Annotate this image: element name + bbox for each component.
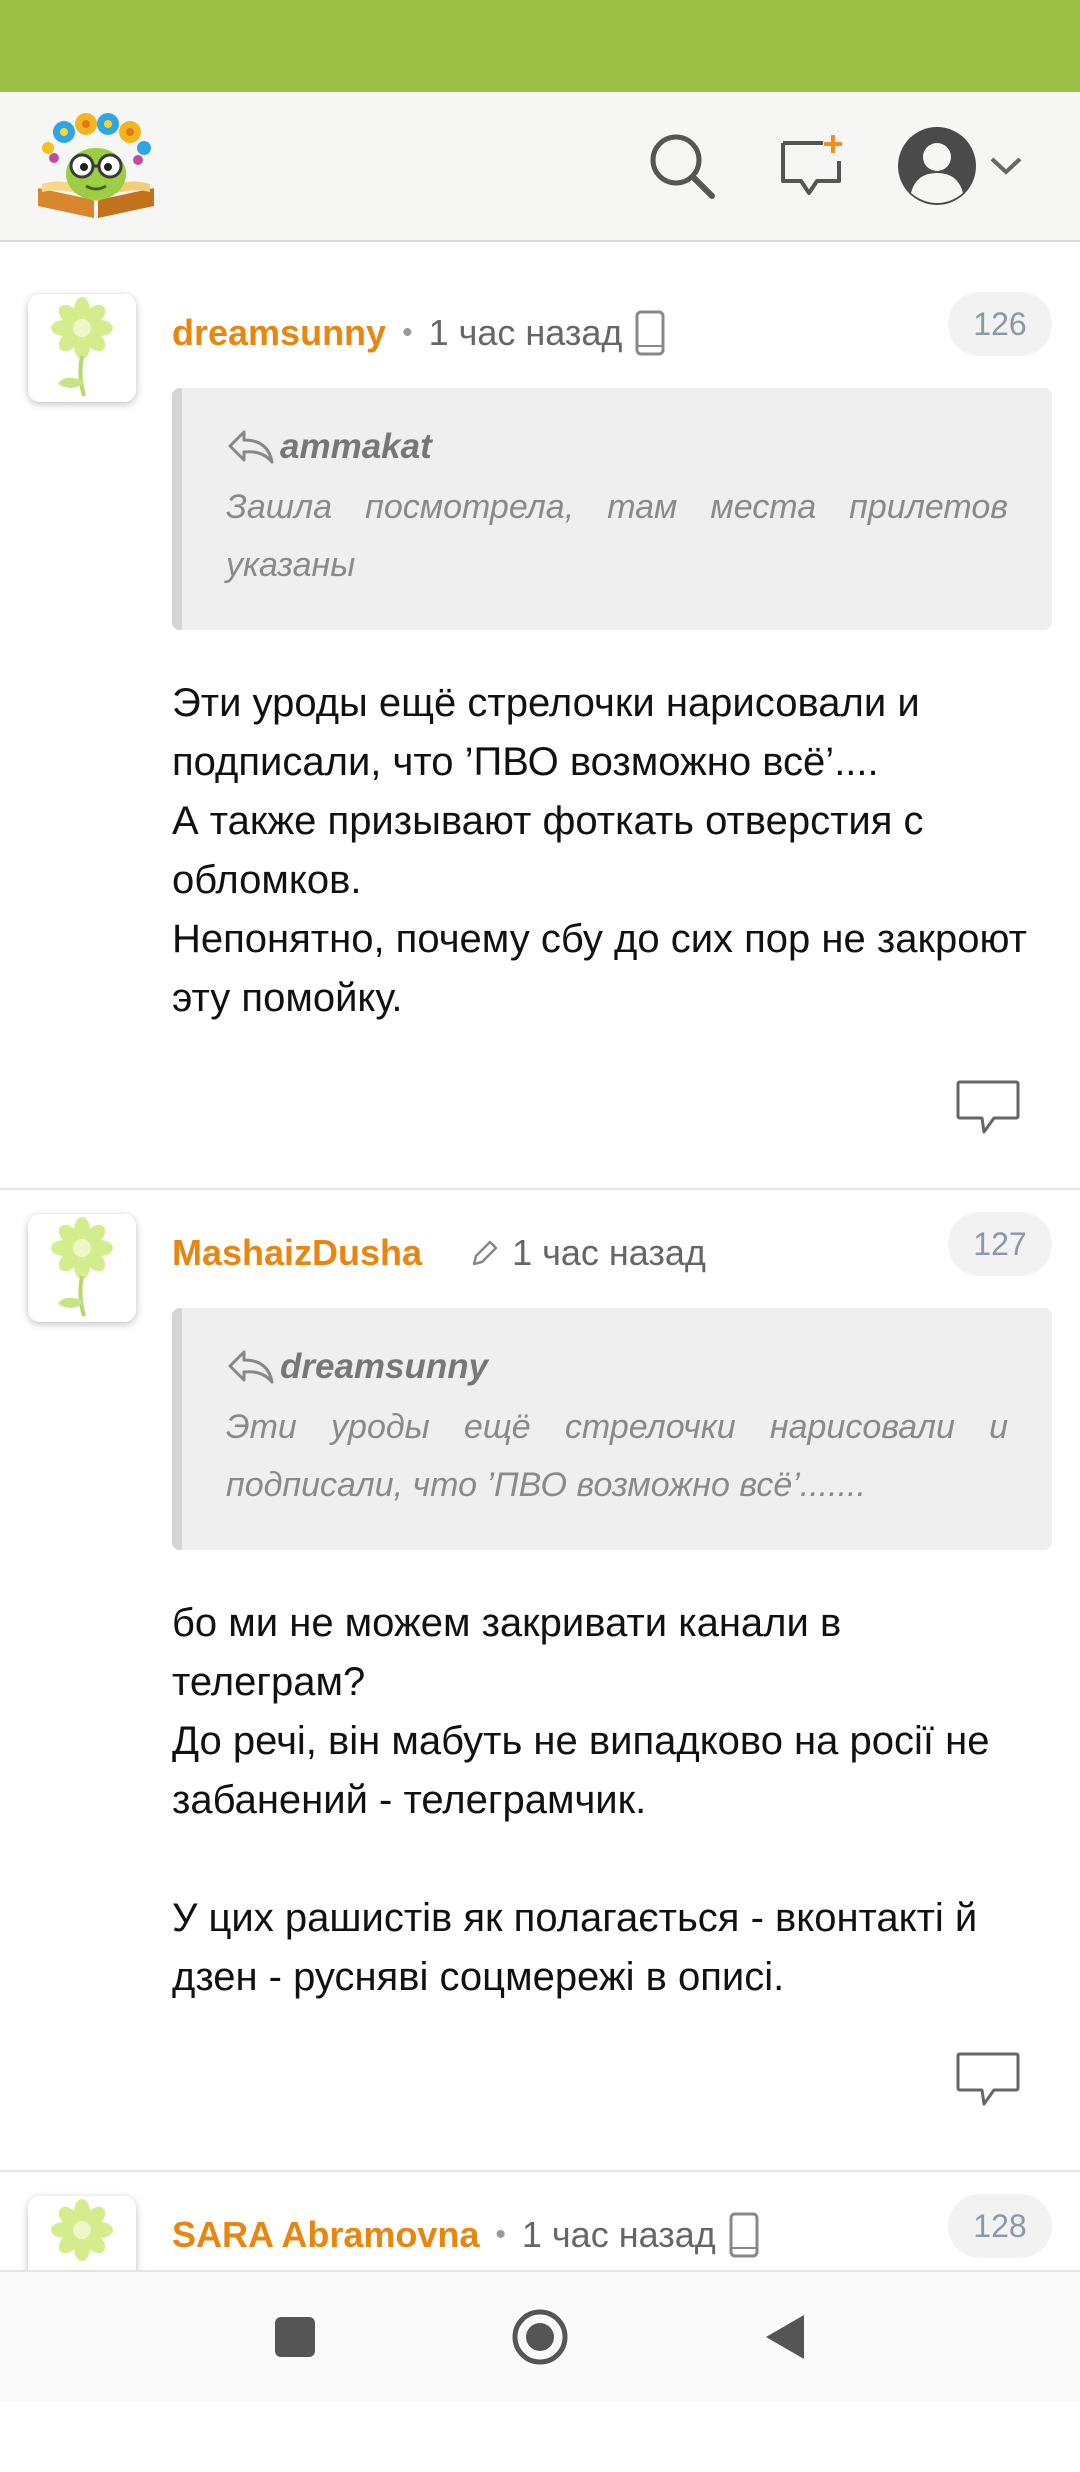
comment-feed: dreamsunny • 1 час назад 126 ammakat Заш… [0, 270, 1080, 2472]
comment-number-badge[interactable]: 128 [948, 2194, 1052, 2258]
recents-button[interactable] [260, 2302, 330, 2372]
reply-button[interactable] [954, 2050, 1022, 2110]
comment-body: бо ми не можем закривати канали в телегр… [172, 1594, 1032, 2007]
speech-bubble-icon [956, 2052, 1020, 2106]
quote-text: Эти уроды ещё стрелочки нарисовали и под… [226, 1408, 1008, 1504]
search-button[interactable] [636, 120, 728, 212]
flower-avatar-icon [51, 1217, 113, 1317]
profile-menu-button[interactable] [896, 120, 1046, 212]
comment-paragraph: Эти уроды ещё стрелочки нарисовали и под… [172, 681, 920, 784]
home-button[interactable] [505, 2302, 575, 2372]
user-avatar-icon [898, 127, 976, 205]
author-name[interactable]: dreamsunny [172, 312, 386, 354]
reader-flower-logo[interactable] [34, 110, 158, 222]
quote-author[interactable]: ammakat [280, 427, 432, 467]
app-header [0, 92, 1080, 242]
reply-button[interactable] [954, 1078, 1022, 1138]
author-name[interactable]: MashaizDusha [172, 1232, 422, 1274]
back-button[interactable] [750, 2302, 820, 2372]
comment-paragraph: А также призывают фоткать отверстия с об… [172, 799, 924, 902]
comment-item: MashaizDusha 1 час назад 127 dreamsunny … [0, 1190, 1080, 2172]
comment-paragraph: До речі, він мабуть не випадково на росі… [172, 1719, 990, 1822]
new-post-button[interactable] [766, 120, 858, 212]
comment-meta: dreamsunny • 1 час назад [172, 308, 666, 358]
speech-bubble-icon [956, 1080, 1020, 1134]
author-name[interactable]: SARA Abramovna [172, 2214, 479, 2256]
comment-meta: MashaizDusha 1 час назад [172, 1228, 706, 1278]
comment-meta: SARA Abramovna • 1 час назад [172, 2210, 760, 2260]
avatar[interactable] [28, 294, 136, 402]
comment-body: Эти уроды ещё стрелочки нарисовали и под… [172, 674, 1032, 1028]
flower-avatar-icon [51, 297, 113, 397]
reply-arrow-icon [228, 1350, 274, 1384]
separator-dot: • [402, 316, 413, 349]
chevron-down-icon [990, 157, 1022, 175]
search-icon [650, 134, 715, 199]
pencil-icon [472, 1240, 498, 1266]
square-recents-icon [275, 2317, 315, 2357]
circle-home-icon [512, 2309, 568, 2365]
avatar[interactable] [28, 1214, 136, 1322]
comment-paragraph: У цих рашистів як полагається - вконтакт… [172, 1896, 978, 1999]
comment-number-badge[interactable]: 126 [948, 292, 1052, 356]
comment-item: dreamsunny • 1 час назад 126 ammakat Заш… [0, 270, 1080, 1190]
quote-block: dreamsunny Эти уроды ещё стрелочки нарис… [172, 1308, 1052, 1550]
triangle-back-icon [766, 2315, 804, 2359]
separator-dot: • [495, 2218, 506, 2251]
quote-block: ammakat Зашла посмотрела, там места прил… [172, 388, 1052, 630]
comment-time: 1 час назад [521, 2214, 716, 2255]
comment-number-badge[interactable]: 127 [948, 1212, 1052, 1276]
quote-author[interactable]: dreamsunny [280, 1347, 488, 1387]
comment-paragraph: Непонятно, почему сбу до сих пор не закр… [172, 917, 1027, 1020]
comment-time: 1 час назад [428, 312, 623, 353]
comment-paragraph: бо ми не можем закривати канали в телегр… [172, 1601, 842, 1704]
system-nav-bar [0, 2270, 1080, 2402]
phone-icon [729, 2212, 759, 2258]
quote-text: Зашла посмотрела, там места прилетов ука… [226, 488, 1008, 584]
phone-icon [635, 310, 665, 356]
comment-time: 1 час назад [512, 1232, 706, 1273]
reply-arrow-icon [228, 430, 274, 464]
new-post-icon [781, 135, 842, 195]
status-bar [0, 0, 1080, 92]
